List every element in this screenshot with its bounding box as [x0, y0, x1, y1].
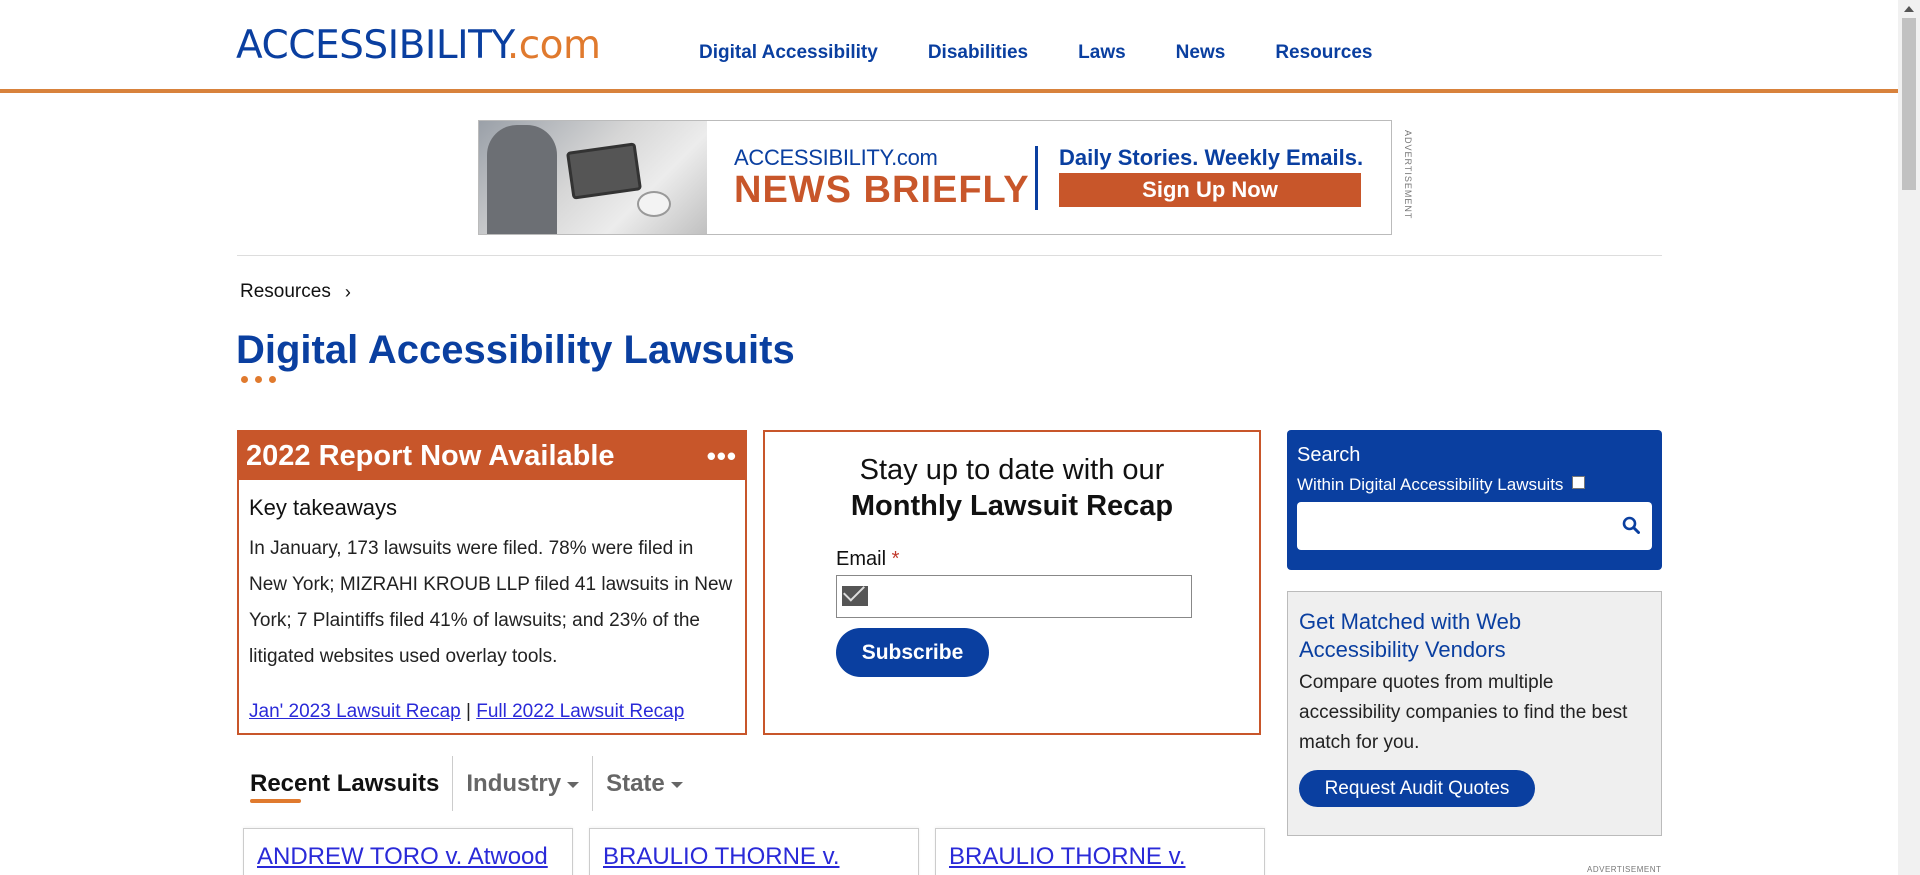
report-links: Jan' 2023 Lawsuit Recap | Full 2022 Laws… [249, 701, 745, 723]
vendors-text: Compare quotes from multiple accessibili… [1299, 672, 1628, 753]
nav-resources[interactable]: Resources [1275, 42, 1372, 64]
site-header: ACCESSIBILITY.com Digital Accessibility … [0, 0, 1898, 93]
lawsuit-tabs: Recent Lawsuits Industry State [237, 756, 696, 811]
full-2022-recap-link[interactable]: Full 2022 Lawsuit Recap [476, 701, 684, 722]
search-scope-checkbox[interactable] [1572, 475, 1586, 489]
ad-photo-tablet [566, 142, 642, 200]
link-separator: | [460, 701, 477, 722]
ad-label: ADVERTISEMENT [1403, 130, 1413, 220]
caret-down-icon [567, 781, 580, 788]
ad-headline: NEWS BRIEFLY [734, 169, 1030, 211]
required-marker: * [891, 548, 900, 570]
vendors-title[interactable]: Get Matched with Web Accessibility Vendo… [1299, 608, 1629, 664]
newsletter-line2: Monthly Lawsuit Recap [850, 490, 1174, 522]
site-logo[interactable]: ACCESSIBILITY.com [236, 26, 601, 65]
report-body: In January, 173 lawsuits were filed. 78%… [249, 538, 733, 667]
jan-2023-recap-link[interactable]: Jan' 2023 Lawsuit Recap [249, 701, 461, 722]
email-label-text: Email [836, 548, 887, 570]
email-label: Email * [836, 548, 899, 571]
report-heading: 2022 Report Now Available ••• [239, 432, 745, 480]
tab-label: Recent Lawsuits [250, 770, 440, 797]
search-icon[interactable] [1622, 516, 1640, 534]
search-scope: Within Digital Accessibility Lawsuits [1297, 475, 1586, 495]
main-nav: Digital Accessibility Disabilities Laws … [699, 42, 1422, 64]
search-widget: Search Within Digital Accessibility Laws… [1287, 430, 1662, 570]
newsletter-line1: Stay up to date with our [859, 454, 1165, 486]
lawsuit-link[interactable]: BRAULIO THORNE v. [603, 843, 839, 870]
logo-suffix: .com [506, 23, 601, 68]
ad-divider [1035, 146, 1038, 210]
search-title: Search [1297, 444, 1361, 466]
scrollbar[interactable] [1898, 0, 1920, 875]
ad-photo [479, 121, 707, 234]
ad-photo-cup [637, 191, 671, 217]
lawsuit-card: ANDREW TORO v. Atwood [243, 828, 573, 875]
ad-label-small: ADVERTISEMENT [1587, 865, 1662, 874]
ad-tagline: Daily Stories. Weekly Emails. [1059, 145, 1364, 170]
lawsuit-link[interactable]: ANDREW TORO v. Atwood [257, 843, 548, 870]
logo-text: ACCESSIBILITY [236, 23, 507, 68]
report-heading-text: 2022 Report Now Available [246, 440, 615, 472]
breadcrumb-resources[interactable]: Resources [240, 281, 331, 303]
email-field[interactable] [836, 575, 1192, 618]
scrollbar-thumb[interactable] [1902, 18, 1916, 190]
more-icon[interactable]: ••• [707, 432, 737, 480]
nav-digital-accessibility[interactable]: Digital Accessibility [699, 42, 878, 64]
lawsuit-link[interactable]: BRAULIO THORNE v. [949, 843, 1185, 870]
nav-disabilities[interactable]: Disabilities [928, 42, 1028, 64]
nav-news[interactable]: News [1176, 42, 1226, 64]
ad-banner[interactable]: ACCESSIBILITY.com NEWS BRIEFLY Daily Sto… [478, 120, 1392, 235]
newsletter-signup: Stay up to date with our Monthly Lawsuit… [763, 430, 1261, 735]
request-audit-quotes-button[interactable]: Request Audit Quotes [1299, 770, 1535, 807]
report-subheading: Key takeaways [249, 495, 397, 520]
chevron-right-icon: › [344, 281, 351, 302]
caret-down-icon [670, 781, 683, 788]
tab-recent-lawsuits[interactable]: Recent Lawsuits [237, 756, 454, 811]
breadcrumb: Resources › [240, 281, 351, 303]
scroll-up-arrow-icon[interactable] [1904, 6, 1914, 12]
ad-brand: ACCESSIBILITY.com [734, 145, 938, 170]
search-scope-label: Within Digital Accessibility Lawsuits [1297, 475, 1564, 494]
envelope-icon [842, 586, 868, 606]
tab-industry[interactable]: Industry [453, 756, 594, 811]
page-title: Digital Accessibility Lawsuits [236, 328, 795, 372]
title-dots-decoration [241, 376, 283, 383]
lawsuit-card: BRAULIO THORNE v. [589, 828, 919, 875]
lawsuit-card: BRAULIO THORNE v. [935, 828, 1265, 875]
tab-state[interactable]: State [593, 756, 696, 811]
report-box: 2022 Report Now Available ••• Key takeaw… [237, 430, 747, 735]
search-input[interactable] [1297, 502, 1652, 550]
nav-laws[interactable]: Laws [1078, 42, 1126, 64]
ad-signup-button[interactable]: Sign Up Now [1059, 173, 1361, 207]
vendors-promo: Get Matched with Web Accessibility Vendo… [1287, 591, 1662, 836]
subscribe-button[interactable]: Subscribe [836, 628, 989, 677]
tab-label: Industry [466, 770, 562, 797]
ad-photo-person [487, 125, 557, 234]
divider [237, 255, 1662, 256]
tab-label: State [606, 770, 665, 797]
